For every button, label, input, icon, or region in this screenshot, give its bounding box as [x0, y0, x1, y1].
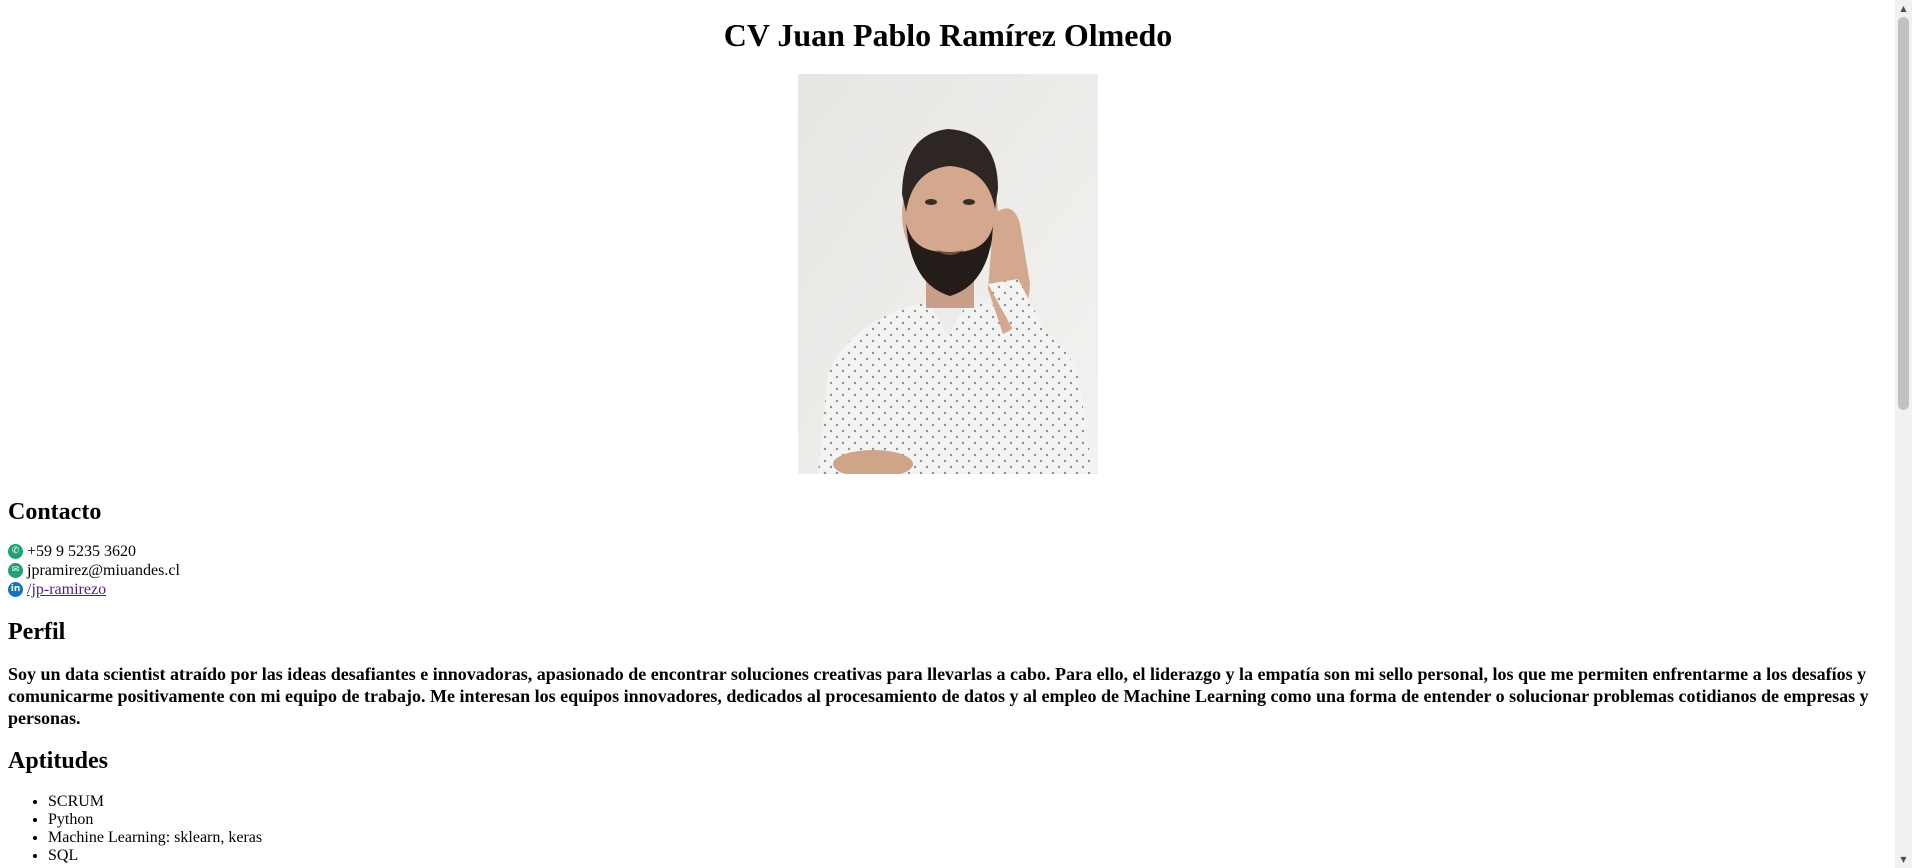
contact-phone: +59 9 5235 3620: [27, 543, 137, 560]
contact-linkedin-row: in /jp-ramirezo: [8, 580, 1888, 599]
linkedin-icon: in: [8, 582, 23, 597]
scrollbar-thumb[interactable]: [1898, 17, 1909, 410]
scroll-up-arrow-icon[interactable]: ▲: [1895, 0, 1912, 17]
skills-list: SCRUM Python Machine Learning: sklearn, …: [8, 793, 1888, 865]
phone-icon: ✆: [8, 544, 23, 559]
contact-heading: Contacto: [8, 499, 102, 525]
contact-email: jpramirez@miuandes.cl: [27, 562, 180, 579]
skill-item: Python: [48, 811, 1888, 829]
skills-heading: Aptitudes: [8, 748, 109, 774]
skill-item: Machine Learning: sklearn, keras: [48, 829, 1888, 847]
scroll-down-arrow-icon[interactable]: ▼: [1895, 851, 1912, 868]
page-title: CV Juan Pablo Ramírez Olmedo: [723, 17, 1173, 53]
skill-item: SCRUM: [48, 793, 1888, 811]
profile-photo: [798, 74, 1098, 474]
cv-content: CV Juan Pablo Ramírez Olmedo Contacto ✆ …: [8, 0, 1888, 865]
vertical-scrollbar[interactable]: ▲ ▼: [1895, 0, 1912, 868]
linkedin-link[interactable]: /jp-ramirezo: [27, 580, 106, 599]
email-icon: ✉: [8, 563, 23, 578]
profile-text: Soy un data scientist atraído por las id…: [8, 664, 1869, 728]
page: CV Juan Pablo Ramírez Olmedo Contacto ✆ …: [0, 0, 1912, 868]
profile-heading: Perfil: [8, 619, 66, 645]
photo-container: [8, 74, 1888, 474]
contact-phone-row: ✆ +59 9 5235 3620: [8, 542, 1888, 561]
contact-list: ✆ +59 9 5235 3620 ✉ jpramirez@miuandes.c…: [8, 542, 1888, 599]
skill-item: SQL: [48, 847, 1888, 865]
contact-email-row: ✉ jpramirez@miuandes.cl: [8, 561, 1888, 580]
